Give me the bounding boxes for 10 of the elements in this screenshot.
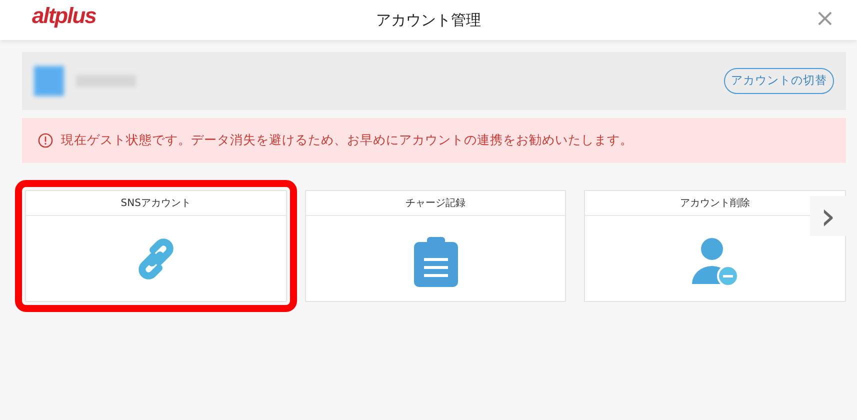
avatar-icon xyxy=(34,66,64,96)
clipboard-icon xyxy=(412,236,460,288)
alert-message: 現在ゲスト状態です。データ消失を避けるため、お早めにアカウントの連携をお勧めいたします。 xyxy=(61,131,633,150)
next-arrow-button[interactable]: › xyxy=(810,196,846,236)
card-title: チャージ記録 xyxy=(306,191,566,216)
page-title: アカウント管理 xyxy=(376,11,481,29)
menu-card[interactable]: チャージ記録 xyxy=(304,190,566,302)
warning-icon xyxy=(38,133,53,148)
logo: altplus xyxy=(32,3,96,29)
card-title: SNSアカウント xyxy=(26,191,286,216)
